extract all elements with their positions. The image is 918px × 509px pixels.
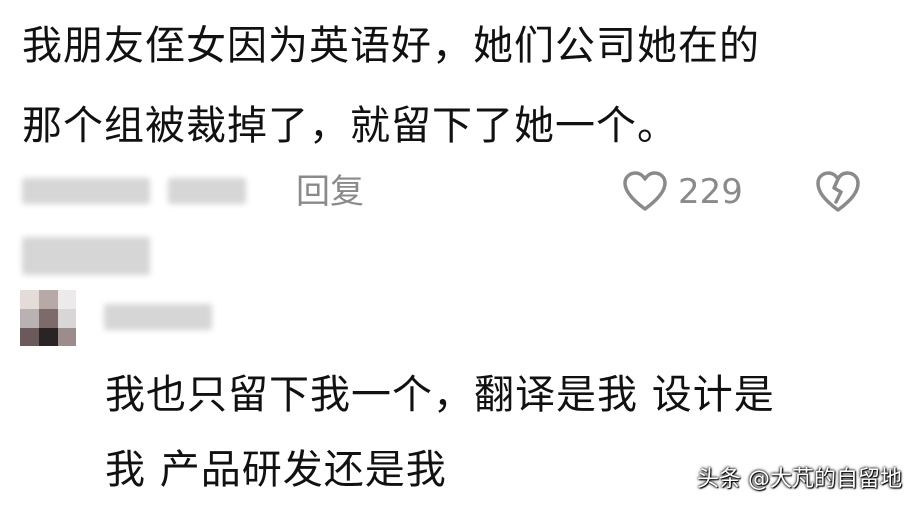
blurred-more-replies <box>22 237 150 275</box>
like-button[interactable]: 229 <box>622 168 743 216</box>
comment-text-line: 那个组被裁掉了，就留下了她一个。 <box>22 103 678 149</box>
watermark: 头条 @大芃的自留地 <box>697 467 902 492</box>
comment-text-line: 我朋友侄女因为英语好，她们公司她在的 <box>22 23 760 69</box>
blurred-username <box>104 304 212 330</box>
reply-text-line: 我 产品研发还是我 <box>105 447 447 493</box>
blurred-timestamp <box>22 178 150 204</box>
reply-button[interactable]: 回复 <box>296 170 364 214</box>
avatar[interactable] <box>20 290 76 346</box>
blurred-location <box>168 178 246 204</box>
comment-meta-row: 回复 229 <box>0 168 918 216</box>
heart-outline-icon <box>623 171 667 211</box>
broken-heart-icon <box>816 171 860 212</box>
like-count: 229 <box>678 172 743 212</box>
reply-text-line: 我也只留下我一个，翻译是我 设计是 <box>105 372 775 418</box>
dislike-button[interactable] <box>814 170 862 214</box>
